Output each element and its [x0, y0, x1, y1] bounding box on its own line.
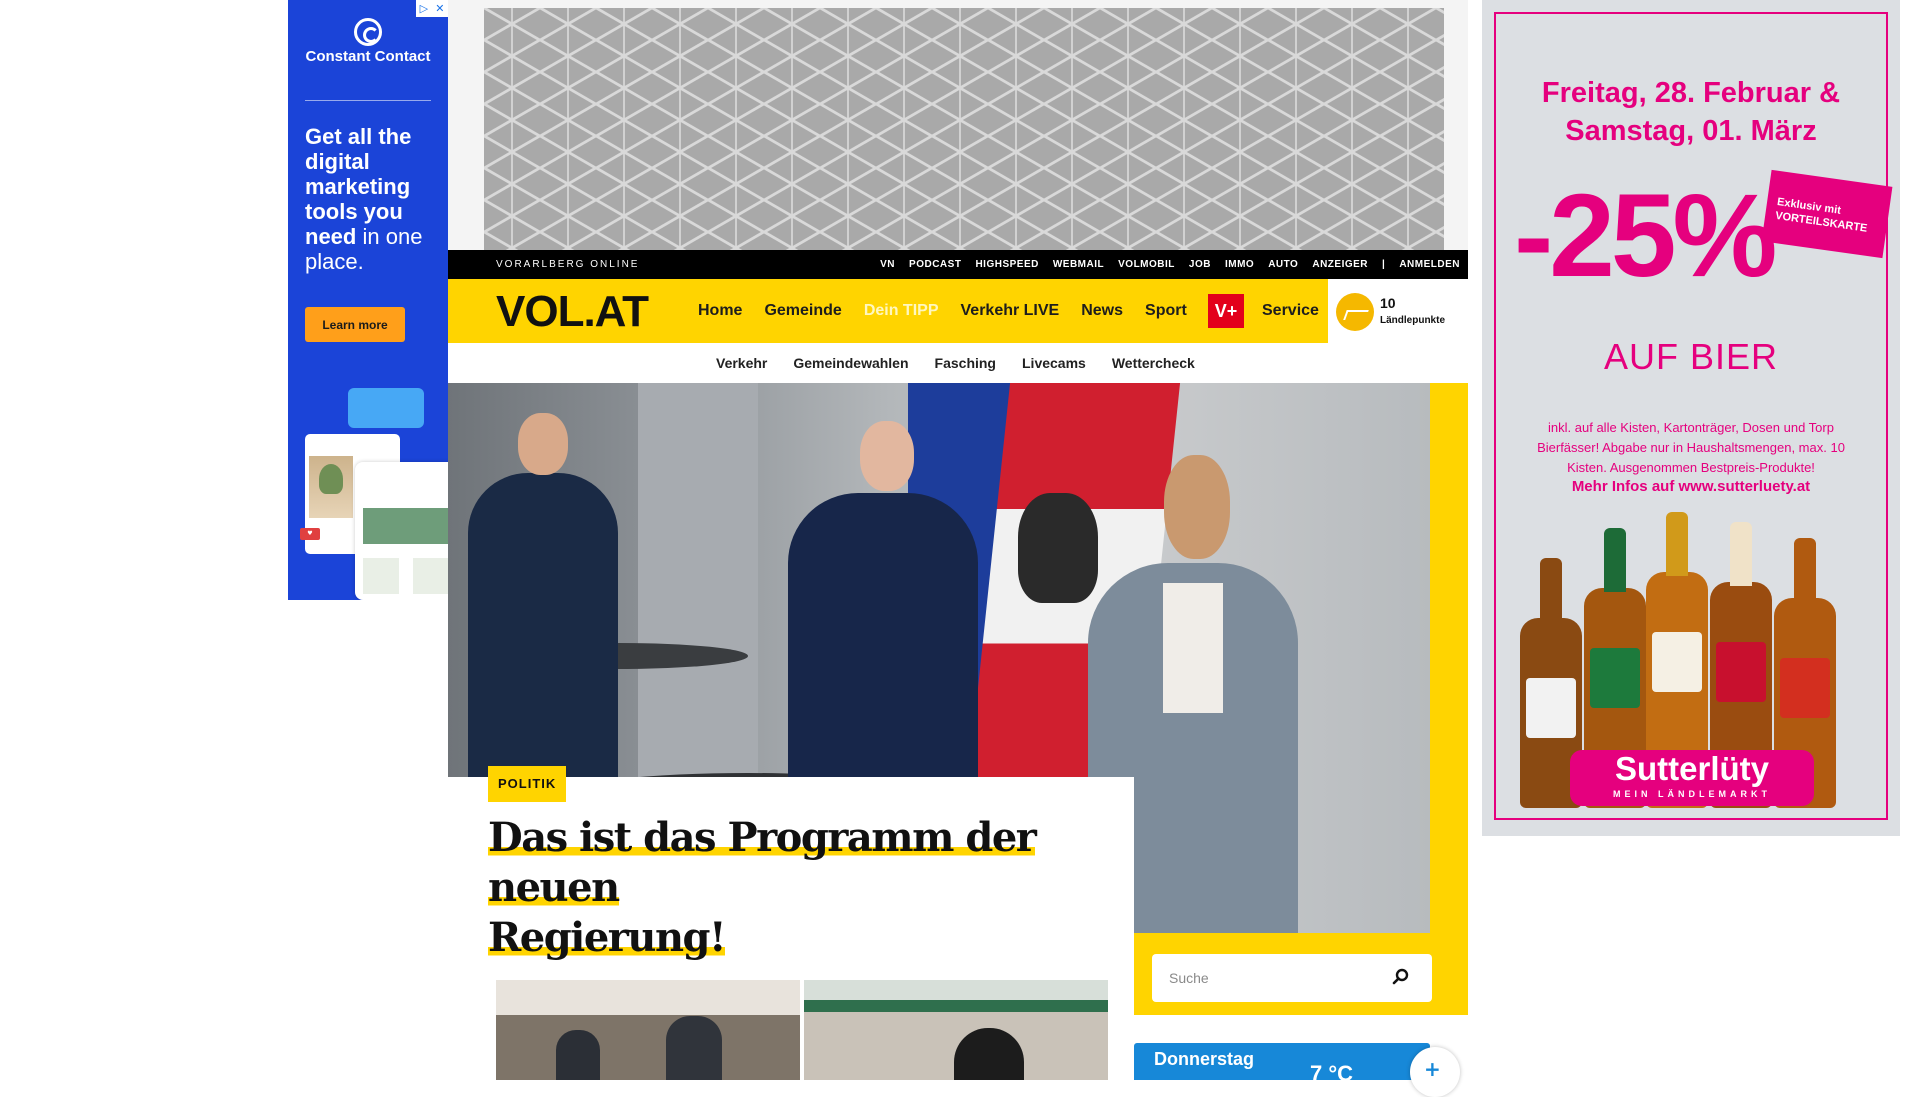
toplink-anzeiger[interactable]: ANZEIGER [1312, 259, 1368, 270]
article-thumbnail[interactable] [496, 980, 800, 1080]
subnav-item-verkehr[interactable]: Verkehr [716, 355, 767, 371]
heart-icon: ♥ [300, 528, 320, 540]
leaf-image [363, 508, 448, 544]
vplus-button[interactable]: V+ [1208, 294, 1244, 328]
ad-discount: -25% [1514, 170, 1777, 302]
constant-contact-logo: Constant Contact [288, 18, 448, 64]
toplink-webmail[interactable]: WEBMAIL [1053, 259, 1104, 270]
person-blouse [1163, 583, 1223, 713]
chat-bubble-graphic [348, 388, 424, 428]
toplink-highspeed[interactable]: HIGHSPEED [975, 259, 1038, 270]
bottle-label [1590, 648, 1640, 708]
close-icon[interactable]: ✕ [435, 2, 444, 15]
sub-nav: Verkehr Gemeindewahlen Fasching Livecams… [448, 343, 1468, 383]
toplink-volmobil[interactable]: VOLMOBIL [1118, 259, 1175, 270]
toplink-separator: | [1382, 259, 1386, 270]
subnav-item-fasching[interactable]: Fasching [935, 355, 996, 371]
sub-nav-items: Verkehr Gemeindewahlen Fasching Livecams… [716, 343, 1221, 383]
nav-item-sport[interactable]: Sport [1145, 302, 1187, 320]
headline-line-1: Das ist das Programm der neuen [488, 814, 1037, 911]
plant-image [363, 558, 399, 594]
logo-icon [354, 18, 382, 46]
plant-image [413, 558, 448, 594]
person-image [666, 1016, 722, 1080]
toplink-podcast[interactable]: PODCAST [909, 259, 961, 270]
top-links: VN PODCAST HIGHSPEED WEBMAIL VOLMOBIL JO… [866, 250, 1460, 279]
article-thumbnail[interactable] [804, 980, 1108, 1080]
ad-controls[interactable]: ▷ ✕ [416, 0, 448, 17]
learn-more-button[interactable]: Learn more [305, 307, 405, 342]
mountain-coin-icon [1336, 293, 1374, 331]
person-image [556, 1030, 600, 1080]
points-value: 10 [1380, 295, 1396, 311]
person-head [860, 421, 914, 491]
ad-date: Freitag, 28. Februar & Samstag, 01. März [1541, 77, 1841, 147]
nav-item-news[interactable]: News [1081, 302, 1123, 320]
laendlepunkte-widget[interactable]: 10 Ländlepunkte [1328, 279, 1468, 343]
article-headline[interactable]: Das ist das Programm der neuen Regierung… [488, 813, 1128, 963]
ad-more-info[interactable]: Mehr Infos auf www.sutterluety.at [1482, 478, 1900, 495]
nav-item-service[interactable]: Service [1262, 279, 1319, 343]
category-tag[interactable]: POLITIK [488, 766, 567, 802]
bottle-label [1652, 632, 1702, 692]
ad-brand-tagline: MEIN LÄNDLEMARKT [1613, 789, 1771, 799]
top-bar: VORARLBERG ONLINE VN PODCAST HIGHSPEED W… [448, 250, 1468, 279]
ad-fine-print: inkl. auf alle Kisten, Kartonträger, Dos… [1537, 420, 1845, 475]
weather-expand-button[interactable]: + [1410, 1047, 1460, 1097]
nav-item-verkehr-live[interactable]: Verkehr LIVE [961, 302, 1060, 320]
toplink-vn[interactable]: VN [880, 259, 895, 270]
toplink-anmelden[interactable]: ANMELDEN [1399, 259, 1460, 270]
sutterluety-logo: Sutterlüty MEIN LÄNDLEMARKT [1570, 750, 1814, 806]
toplink-job[interactable]: JOB [1189, 259, 1211, 270]
main-nav: VOL.AT Home Gemeinde Dein TIPP Verkehr L… [448, 279, 1468, 343]
ad-brand-name: Constant Contact [305, 48, 431, 65]
bottle-label [1526, 678, 1576, 738]
eagle-emblem-image [1018, 493, 1098, 603]
bottle-label [1716, 642, 1766, 702]
points-label: Ländlepunkte [1380, 315, 1446, 326]
headline-line-2: Regierung! [488, 914, 727, 961]
nav-item-dein-tipp[interactable]: Dein TIPP [864, 302, 939, 320]
ad-product: AUF BIER [1603, 336, 1779, 377]
site-logo[interactable]: VOL.AT [496, 287, 649, 337]
ad-brand-name: Sutterlüty [1614, 750, 1769, 787]
top-banner-ad[interactable] [448, 0, 1468, 250]
ad-headline: Get all the digital marketing tools you … [305, 124, 445, 274]
nav-item-gemeinde[interactable]: Gemeinde [764, 302, 841, 320]
hero-section: POLITIK Das ist das Programm der neuen R… [448, 383, 1468, 1015]
nav-item-home[interactable]: Home [698, 302, 742, 320]
person-image [954, 1028, 1024, 1080]
toplink-auto[interactable]: AUTO [1268, 259, 1298, 270]
bottle-neck [1540, 558, 1562, 622]
subnav-item-gemeindewahlen[interactable]: Gemeindewahlen [793, 355, 908, 371]
adchoices-icon[interactable]: ▷ [420, 2, 428, 15]
cactus-image [309, 456, 353, 518]
weather-temp: 7 °C [1310, 1061, 1354, 1086]
search-box [1152, 954, 1432, 1002]
search-input[interactable] [1152, 954, 1382, 1002]
plus-icon: + [1424, 1057, 1441, 1081]
bottle-neck [1666, 512, 1688, 576]
right-ad-banner[interactable]: Freitag, 28. Februar & Samstag, 01. März… [1482, 0, 1900, 836]
subnav-item-wettercheck[interactable]: Wettercheck [1112, 355, 1195, 371]
search-icon[interactable] [1392, 968, 1410, 986]
banner-pattern [484, 8, 1444, 250]
person-head [518, 413, 568, 475]
toplink-immo[interactable]: IMMO [1225, 259, 1254, 270]
email-card-graphic [355, 462, 448, 600]
bottle-neck [1794, 538, 1816, 602]
ad-divider [305, 100, 431, 101]
bottle-neck [1604, 528, 1626, 592]
bottle-label [1780, 658, 1830, 718]
bottle-neck [1730, 522, 1752, 586]
subnav-item-livecams[interactable]: Livecams [1022, 355, 1086, 371]
main-nav-items: Home Gemeinde Dein TIPP Verkehr LIVE New… [698, 279, 1209, 343]
person-head [1164, 455, 1230, 559]
left-ad-banner[interactable]: ▷ ✕ Constant Contact Get all the digital… [288, 0, 448, 600]
weather-day: Donnerstag [1154, 1049, 1255, 1069]
site-brand-label: VORARLBERG ONLINE [496, 259, 640, 270]
weather-widget[interactable]: Donnerstag 7 °C [1134, 1043, 1430, 1086]
